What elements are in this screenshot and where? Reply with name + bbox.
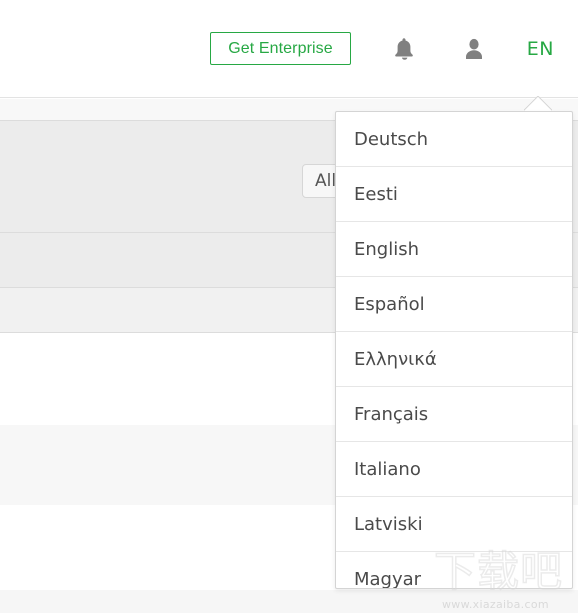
language-option-english[interactable]: English [336, 222, 572, 277]
language-option-label: Español [354, 293, 425, 315]
language-option-magyar[interactable]: Magyar [336, 552, 572, 589]
language-dropdown-menu[interactable]: Deutsch Eesti English Español Ελληνικά F… [335, 111, 573, 589]
header-actions: Get Enterprise EN [210, 0, 578, 97]
language-option-latviski[interactable]: Latviski [336, 497, 572, 552]
bg-band-8 [0, 590, 578, 613]
filter-all-label: All [315, 171, 337, 191]
bell-icon[interactable] [387, 32, 421, 66]
get-enterprise-label: Get Enterprise [228, 39, 333, 57]
language-option-ellinika[interactable]: Ελληνικά [336, 332, 572, 387]
language-option-label: Deutsch [354, 128, 429, 150]
top-header-bar: Get Enterprise EN [0, 0, 578, 98]
language-option-label: Magyar [354, 569, 422, 589]
language-option-francais[interactable]: Français [336, 387, 572, 442]
language-option-label: Eesti [354, 183, 398, 205]
language-option-deutsch[interactable]: Deutsch [336, 112, 572, 167]
language-selector-label: EN [526, 37, 554, 60]
language-selector-button[interactable]: EN [527, 38, 554, 60]
language-option-label: Ελληνικά [354, 348, 437, 370]
screenshot-root: All Get Enterprise EN Deutsch Eesti Engl… [0, 0, 578, 613]
language-option-espanol[interactable]: Español [336, 277, 572, 332]
language-option-italiano[interactable]: Italiano [336, 442, 572, 497]
user-icon[interactable] [457, 32, 491, 66]
language-option-eesti[interactable]: Eesti [336, 167, 572, 222]
language-option-label: Français [354, 403, 429, 425]
language-option-label: Latviski [354, 513, 423, 535]
dropdown-caret-icon [524, 96, 552, 112]
language-option-label: English [354, 238, 419, 260]
get-enterprise-button[interactable]: Get Enterprise [210, 32, 351, 65]
language-option-label: Italiano [354, 458, 421, 480]
